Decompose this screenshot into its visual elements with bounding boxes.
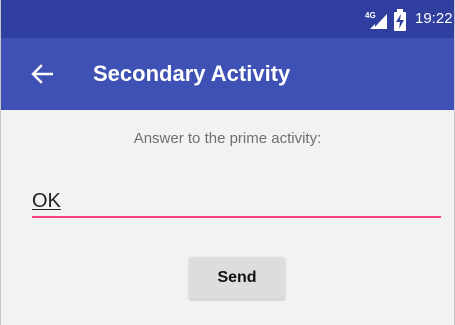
back-arrow-icon <box>31 64 53 84</box>
status-bar: 4G 19:22 <box>1 0 454 38</box>
status-time: 19:22 <box>415 10 453 27</box>
network-type-label: 4G <box>365 11 376 20</box>
answer-prompt-label: Answer to the prime activity: <box>133 130 322 147</box>
secondary-activity-content: Answer to the prime activity: Send <box>1 110 454 325</box>
app-bar: Secondary Activity <box>1 38 454 110</box>
battery-charging-icon <box>394 9 406 31</box>
send-button[interactable]: Send <box>189 257 285 299</box>
back-button[interactable] <box>21 53 63 95</box>
screen-title: Secondary Activity <box>93 61 291 86</box>
answer-field[interactable] <box>32 186 441 218</box>
signal-4g-icon: 4G <box>365 11 387 29</box>
android-screen: 4G 19:22 Secondary Activity Answer to th… <box>0 0 455 325</box>
